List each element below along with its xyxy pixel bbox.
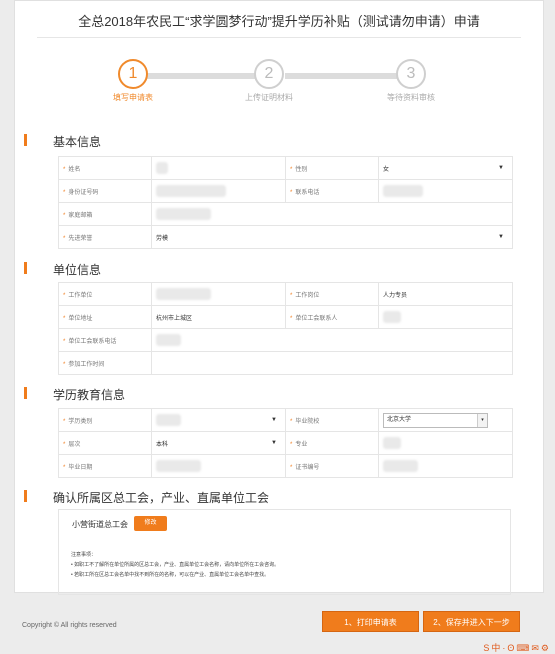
union-org-name: 小营街道总工会 (72, 520, 128, 529)
title-divider (37, 37, 521, 38)
section-title: 基本信息 (53, 135, 102, 149)
step-label: 填写申请表 (113, 93, 153, 102)
grad-date-label: * 毕业日期 (58, 454, 152, 478)
unit-address-field[interactable]: 杭州市上城区 (151, 305, 286, 329)
union-phone-label: * 单位工会联系电话 (58, 328, 152, 352)
confirm-union-box: 小营街道总工会 修改 注意事项： • 如职工不了解所在单位所属的区总工会，产业、… (58, 509, 511, 595)
company-label: * 工作单位 (58, 282, 152, 306)
union-phone-field[interactable] (151, 328, 513, 352)
education-table: * 学历类别 ▼ * 毕业院校 北京大学 ▾ * 层次 本科 ▼ * 专业 * 毕业日期 * 证… (58, 408, 513, 478)
major-label: * 专业 (285, 431, 379, 455)
notes: 注意事项： • 如职工不了解所在单位所属的区总工会，产业、直属单位工会名称，请向… (71, 550, 279, 580)
step-number: 2 (254, 59, 284, 89)
step-number: 1 (118, 59, 148, 89)
gender-label: * 性别 (285, 156, 379, 180)
name-field[interactable] (151, 156, 286, 180)
chevron-down-icon: ▼ (498, 165, 504, 171)
progress-steps: 1 填写申请表 2 上传证明材料 3 等待资料审核 (15, 59, 545, 109)
level-select[interactable]: 本科 ▼ (151, 431, 286, 455)
category-label: * 学历类别 (58, 408, 152, 432)
save-next-button[interactable]: 2、保存并进入下一步 (423, 611, 520, 632)
section-education-heading: 学历教育信息 (24, 386, 126, 403)
application-card: 全总2018年农民工“求学圆梦行动”提升学历补贴（测试请勿申请）申请 1 填写申… (14, 0, 545, 595)
step-3: 3 等待资料审核 (361, 59, 461, 103)
gender-select[interactable]: 女 ▼ (378, 156, 513, 180)
company-field[interactable] (151, 282, 286, 306)
position-field[interactable]: 人力专员 (378, 282, 513, 306)
section-unit-heading: 单位信息 (24, 261, 102, 278)
print-application-button[interactable]: 1、打印申请表 (322, 611, 419, 632)
step-number: 3 (396, 59, 426, 89)
school-select[interactable]: 北京大学 ▾ (378, 408, 513, 432)
step-1: 1 填写申请表 (83, 59, 183, 103)
tray-icons: S中·ʘ⌨✉⚙ (483, 643, 551, 653)
section-marker (24, 490, 27, 502)
contact-label: * 联系电话 (285, 179, 379, 203)
section-marker (24, 387, 27, 399)
unit-info-table: * 工作单位 * 工作岗位 人力专员 * 单位地址 杭州市上城区 * 单位工会联系人 *… (58, 282, 513, 375)
contact-field[interactable] (378, 179, 513, 203)
unit-address-label: * 单位地址 (58, 305, 152, 329)
id-label: * 身份证号码 (58, 179, 152, 203)
chevron-down-icon: ▼ (498, 234, 504, 240)
name-label: * 姓名 (58, 156, 152, 180)
section-marker (24, 262, 27, 274)
basic-info-table: * 姓名 * 性别 女 ▼ * 身份证号码 * 联系电话 * 家庭邮箱 * 先进荣誉 劳模 ▼ (58, 156, 513, 249)
section-basic-heading: 基本信息 (24, 133, 102, 150)
section-title: 单位信息 (53, 263, 102, 277)
start-date-field[interactable] (151, 351, 513, 375)
union-contact-label: * 单位工会联系人 (285, 305, 379, 329)
union-contact-field[interactable] (378, 305, 513, 329)
section-title: 学历教育信息 (53, 388, 126, 402)
start-date-label: * 参加工作时间 (58, 351, 152, 375)
category-select[interactable]: ▼ (151, 408, 286, 432)
type-label: * 先进荣誉 (58, 225, 152, 249)
step-label: 上传证明材料 (245, 93, 293, 102)
position-label: * 工作岗位 (285, 282, 379, 306)
section-marker (24, 134, 27, 146)
step-2: 2 上传证明材料 (219, 59, 319, 103)
grad-date-field[interactable] (151, 454, 286, 478)
cert-field[interactable] (378, 454, 513, 478)
modify-button[interactable]: 修改 (134, 516, 167, 531)
major-field[interactable] (378, 431, 513, 455)
note-item: • 如职工不了解所在单位所属的区总工会，产业、直属单位工会名称，请向单位所在工会… (71, 562, 280, 568)
address-field[interactable] (151, 202, 513, 226)
note-item: • 若职工所在区总工会名单中找不到所在的名称，可以在产业、直属单位工会名单中查找… (71, 572, 270, 578)
type-select[interactable]: 劳模 ▼ (151, 225, 513, 249)
level-label: * 层次 (58, 431, 152, 455)
notes-title: 注意事项： (71, 552, 97, 558)
section-confirm-heading: 确认所属区总工会，产业、直属单位工会 (24, 489, 270, 506)
copyright: Copyright © All rights reserved (22, 622, 117, 629)
chevron-down-icon: ▼ (271, 417, 277, 423)
step-label: 等待资料审核 (387, 93, 435, 102)
cert-label: * 证书编号 (285, 454, 379, 478)
address-label: * 家庭邮箱 (58, 202, 152, 226)
chevron-down-icon: ▼ (271, 440, 277, 446)
page-title: 全总2018年农民工“求学圆梦行动”提升学历补贴（测试请勿申请）申请 (78, 14, 480, 29)
id-field[interactable] (151, 179, 286, 203)
section-title: 确认所属区总工会，产业、直属单位工会 (53, 491, 270, 505)
chevron-down-icon: ▾ (477, 413, 487, 427)
school-label: * 毕业院校 (285, 408, 379, 432)
